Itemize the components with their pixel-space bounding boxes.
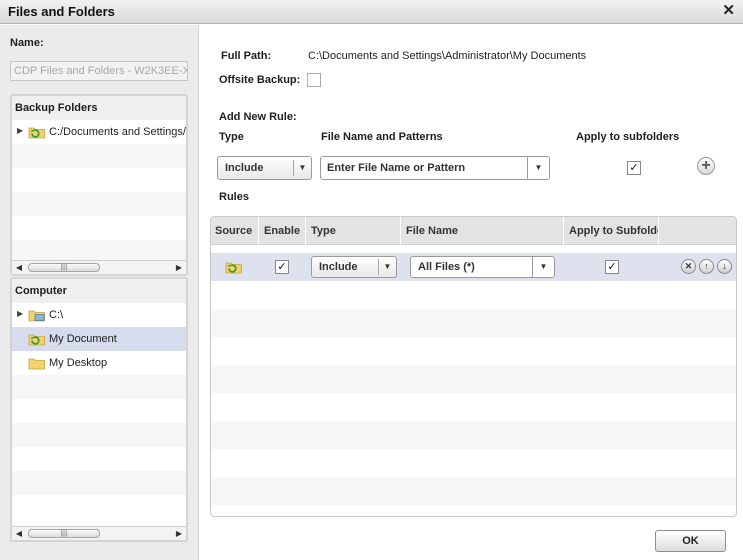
empty-row <box>12 423 186 447</box>
chevron-down-icon[interactable]: ▼ <box>532 257 554 277</box>
empty-row <box>211 393 736 421</box>
folder-icon <box>28 358 45 370</box>
row-file-name-value: All Files (*) <box>418 261 475 273</box>
empty-row <box>12 471 186 495</box>
scroll-thumb[interactable]: |||| <box>28 529 100 538</box>
rules-table-header: Source Enable Type File Name Apply to Su… <box>211 217 736 245</box>
empty-row <box>211 281 736 309</box>
pattern-combo[interactable]: ▼ <box>320 156 550 180</box>
backup-folders-panel: Backup Folders ▶ C:/Documents and Settin… <box>10 94 188 276</box>
backup-folders-header: Backup Folders <box>12 96 186 120</box>
backup-folder-icon <box>28 127 45 139</box>
window-title: Files and Folders <box>8 4 115 19</box>
chevron-down-icon[interactable]: ▼ <box>378 259 396 275</box>
empty-row <box>211 449 736 477</box>
add-new-rule-label: Add New Rule: <box>219 111 297 123</box>
pattern-input[interactable] <box>325 160 525 176</box>
rules-table: Source Enable Type File Name Apply to Su… <box>210 216 737 517</box>
horizontal-scrollbar[interactable]: ◀ |||| ▶ <box>12 260 186 274</box>
horizontal-scrollbar[interactable]: ◀ |||| ▶ <box>12 526 186 540</box>
move-up-icon[interactable]: ↑ <box>699 259 714 274</box>
table-row[interactable]: ✓ Include ▼ All Files (*) ▼ ✓ ✕ ↑ ↓ <box>211 253 736 281</box>
empty-row <box>12 375 186 399</box>
empty-row <box>12 192 186 216</box>
column-header-apply-subfolders[interactable]: Apply to Subfolders <box>565 217 659 245</box>
close-icon[interactable]: ✕ <box>722 3 735 19</box>
right-panel: Full Path: C:\Documents and Settings\Adm… <box>200 25 743 560</box>
file-name-patterns-label: File Name and Patterns <box>321 131 443 143</box>
scroll-left-icon[interactable]: ◀ <box>13 262 25 273</box>
column-header-actions <box>660 217 736 245</box>
empty-row <box>211 365 736 393</box>
column-header-source[interactable]: Source <box>211 217 259 245</box>
scroll-left-icon[interactable]: ◀ <box>13 528 25 539</box>
expand-arrow-icon[interactable]: ▶ <box>17 309 23 318</box>
column-header-enable[interactable]: Enable <box>260 217 306 245</box>
type-select[interactable]: Include ▼ <box>217 156 312 180</box>
empty-row <box>12 216 186 240</box>
row-type-value: Include <box>319 261 358 273</box>
name-field[interactable]: CDP Files and Folders - W2K3EE-X6 <box>10 61 188 81</box>
full-path-value: C:\Documents and Settings\Administrator\… <box>308 50 587 62</box>
scroll-right-icon[interactable]: ▶ <box>173 262 185 273</box>
empty-row <box>12 144 186 168</box>
backup-folder-item[interactable]: ▶ C:/Documents and Settings/A <box>12 120 186 144</box>
enable-checkbox[interactable]: ✓ <box>275 260 289 274</box>
empty-row <box>12 168 186 192</box>
apply-subfolders-label: Apply to subfolders <box>576 131 680 143</box>
empty-row <box>12 399 186 423</box>
row-file-name-combo[interactable]: All Files (*) ▼ <box>410 256 555 278</box>
apply-subfolders-row-checkbox[interactable]: ✓ <box>605 260 619 274</box>
apply-subfolders-checkbox[interactable]: ✓ <box>627 161 641 175</box>
tree-item-label: My Document <box>49 333 117 345</box>
empty-row <box>211 477 736 505</box>
left-panel: Name: CDP Files and Folders - W2K3EE-X6 … <box>0 25 199 560</box>
tree-item-my-desktop[interactable]: My Desktop <box>12 351 186 375</box>
scroll-thumb[interactable]: |||| <box>28 263 100 272</box>
move-down-icon[interactable]: ↓ <box>717 259 732 274</box>
type-select-value: Include <box>225 162 264 174</box>
computer-panel: Computer ▶ C:\ My Document My Desktop ◀ … <box>10 277 188 542</box>
computer-header: Computer <box>12 279 186 303</box>
empty-row <box>211 421 736 449</box>
row-type-select[interactable]: Include ▼ <box>311 256 397 278</box>
empty-row <box>12 447 186 471</box>
ok-button[interactable]: OK <box>655 530 726 552</box>
chevron-down-icon[interactable]: ▼ <box>527 157 549 179</box>
backup-folder-icon <box>28 334 45 346</box>
full-path-label: Full Path: <box>221 50 272 62</box>
column-header-type[interactable]: Type <box>307 217 401 245</box>
drive-icon <box>28 310 45 322</box>
title-bar: Files and Folders ✕ <box>0 0 743 24</box>
empty-row <box>211 337 736 365</box>
remove-rule-icon[interactable]: ✕ <box>681 259 696 274</box>
offsite-backup-checkbox[interactable] <box>307 73 321 87</box>
expand-arrow-icon[interactable]: ▶ <box>17 126 23 135</box>
type-label: Type <box>219 131 244 143</box>
backup-folder-label: C:/Documents and Settings/A <box>49 126 188 138</box>
tree-item-label: My Desktop <box>49 357 108 369</box>
backup-folder-icon <box>225 262 242 274</box>
tree-item-my-document[interactable]: My Document <box>12 327 186 351</box>
empty-row <box>211 309 736 337</box>
rules-label: Rules <box>219 191 249 203</box>
chevron-down-icon[interactable]: ▼ <box>293 160 311 176</box>
add-rule-icon[interactable]: + <box>697 157 715 175</box>
name-label: Name: <box>10 37 44 49</box>
tree-item-label: C:\ <box>49 309 64 321</box>
tree-item-c-drive[interactable]: ▶ C:\ <box>12 303 186 327</box>
scroll-right-icon[interactable]: ▶ <box>173 528 185 539</box>
offsite-backup-label: Offsite Backup: <box>219 74 301 86</box>
column-header-file-name[interactable]: File Name <box>402 217 564 245</box>
